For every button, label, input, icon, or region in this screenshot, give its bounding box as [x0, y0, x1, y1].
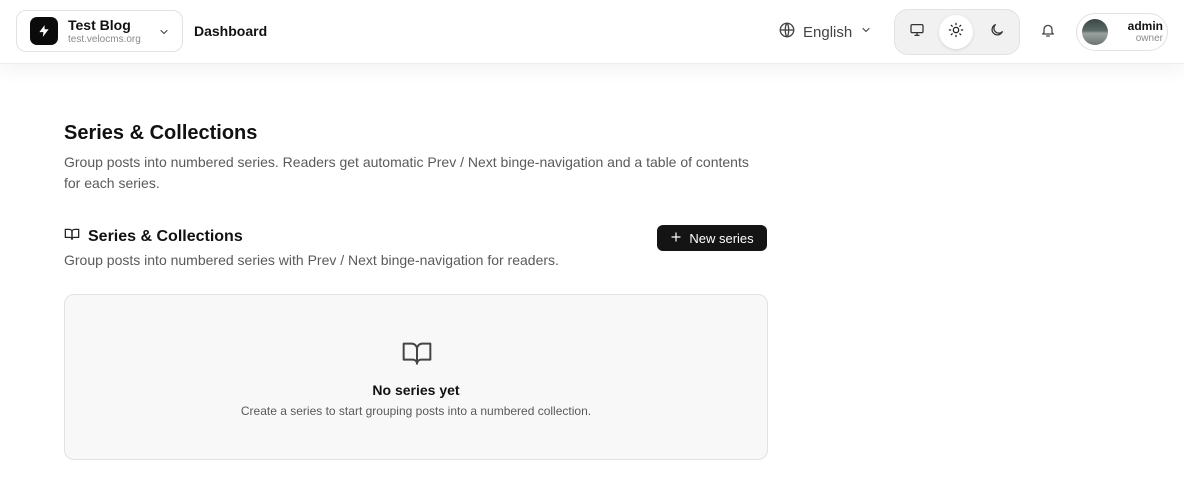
book-open-icon	[401, 337, 433, 374]
user-menu[interactable]: admin owner	[1076, 13, 1168, 51]
monitor-icon	[909, 22, 925, 43]
theme-system-button[interactable]	[900, 15, 934, 49]
breadcrumb: Dashboard	[194, 23, 268, 39]
notifications-button[interactable]	[1037, 21, 1059, 43]
empty-state-title: No series yet	[372, 382, 460, 398]
theme-dark-button[interactable]	[980, 15, 1014, 49]
sun-icon	[948, 22, 964, 43]
top-bar: Test Blog test.velocms.org Dashboard Eng…	[0, 0, 1184, 64]
chevron-down-icon	[158, 25, 170, 43]
site-name: Test Blog	[68, 16, 131, 33]
section-title: Series & Collections	[88, 227, 243, 245]
bolt-icon	[30, 17, 58, 45]
globe-icon	[778, 21, 796, 44]
empty-state-description: Create a series to start grouping posts …	[240, 404, 592, 418]
user-role: owner	[1135, 32, 1163, 44]
theme-switcher	[894, 9, 1020, 55]
empty-state-card: No series yet Create a series to start g…	[64, 294, 768, 460]
new-series-button[interactable]: New series	[657, 225, 767, 251]
language-selector[interactable]: English	[778, 20, 872, 44]
section-description: Group posts into numbered series with Pr…	[64, 252, 559, 268]
new-series-label: New series	[689, 230, 754, 246]
site-switcher[interactable]: Test Blog test.velocms.org	[16, 10, 183, 52]
user-name: admin	[1127, 18, 1163, 33]
bell-icon	[1040, 22, 1056, 43]
page-description: Group posts into numbered series. Reader…	[64, 154, 749, 191]
book-open-icon	[64, 226, 80, 247]
section-header: Series & Collections	[64, 226, 243, 247]
plus-icon	[670, 231, 682, 246]
avatar	[1082, 19, 1108, 45]
site-domain: test.velocms.org	[68, 33, 141, 45]
chevron-down-icon	[860, 23, 872, 41]
theme-light-button[interactable]	[939, 15, 973, 49]
language-label: English	[803, 23, 853, 41]
page-title: Series & Collections	[64, 122, 258, 144]
moon-icon	[989, 22, 1005, 43]
